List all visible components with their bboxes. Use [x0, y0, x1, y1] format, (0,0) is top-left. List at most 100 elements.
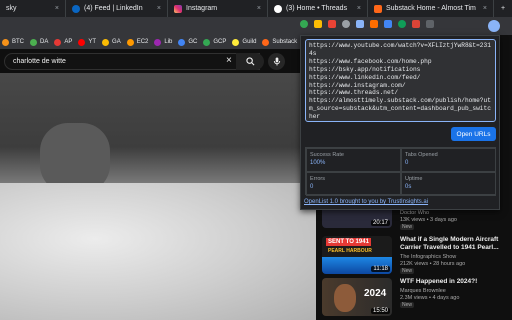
thumbnail-subtext: PEARL HARBOUR: [328, 248, 372, 254]
stat-label: Uptime: [405, 176, 423, 182]
channel-name[interactable]: The Infographics Show: [400, 254, 456, 260]
bookmark-label: DA: [40, 39, 49, 45]
close-icon[interactable]: ×: [55, 5, 59, 12]
search-button[interactable]: [236, 53, 264, 70]
close-icon[interactable]: ×: [257, 5, 261, 12]
stat-success-rate: Success Rate 100%: [306, 148, 401, 172]
video-meta: 212K views • 28 hours ago: [400, 261, 466, 267]
bookmark-label: GA: [112, 39, 121, 45]
bookmark-label: Substack: [272, 39, 298, 45]
bookmark-item[interactable]: AP: [54, 38, 73, 46]
extension-icon[interactable]: [328, 20, 336, 28]
new-badge: New: [400, 302, 415, 308]
video-meta: 13K views • 3 days ago: [400, 217, 457, 223]
bookmark-item[interactable]: YT: [78, 38, 97, 46]
bookmark-label: YT: [88, 39, 97, 45]
extension-icon[interactable]: [342, 20, 350, 28]
duration-badge: 11:18: [371, 266, 390, 272]
channel-name[interactable]: Doctor Who: [400, 210, 429, 216]
bookmark-item[interactable]: Lib: [154, 38, 173, 46]
bookmark-label: Guild: [242, 39, 257, 45]
tab-label: Instagram: [186, 5, 218, 12]
video-meta: 2.3M views • 4 days ago: [400, 295, 460, 301]
close-icon[interactable]: ×: [357, 5, 361, 12]
tab-label: (4) Feed | LinkedIn: [84, 5, 143, 12]
bookmark-icon: [154, 38, 162, 46]
browser-tab[interactable]: Substack Home - Almost Tim ×: [368, 0, 494, 17]
bookmark-item[interactable]: GCP: [203, 38, 226, 46]
stat-value: 0: [310, 184, 314, 190]
thumbnail-text: SENT TO 1941: [326, 238, 371, 246]
browser-tab[interactable]: sky ×: [0, 0, 66, 17]
bookmark-item[interactable]: Substack: [262, 38, 298, 46]
avatar[interactable]: [488, 20, 500, 32]
linkedin-icon: [72, 4, 80, 13]
extension-icon[interactable]: [384, 20, 392, 28]
stat-uptime: Uptime 0s: [401, 172, 496, 196]
bookmark-item[interactable]: BTC: [2, 38, 24, 46]
search-input[interactable]: charlotte de witte: [4, 53, 260, 70]
duration-badge: 20:17: [370, 220, 390, 226]
recommendation-item[interactable]: SENT TO 1941 PEARL HARBOUR 11:18 What if…: [322, 236, 510, 274]
search-icon: [245, 57, 254, 66]
stats-panel: Success Rate 100% Tabs Opened 0 Errors 0…: [305, 147, 496, 196]
credit-link[interactable]: OpenList 1.0 brought to you by TrustInsi…: [304, 199, 428, 205]
thumbnail-face: [334, 284, 356, 312]
tab-label: (3) Home • Threads: [286, 5, 348, 12]
bookmark-item[interactable]: GA: [102, 38, 121, 46]
new-badge: New: [400, 224, 415, 230]
bookmark-icon: [126, 38, 134, 46]
url-list-textarea[interactable]: https://www.youtube.com/watch?v=XFLIztjY…: [305, 39, 496, 122]
stat-label: Tabs Opened: [405, 152, 438, 158]
browser-toolbar: [0, 17, 512, 35]
extension-icon[interactable]: [370, 20, 378, 28]
open-urls-button[interactable]: Open URLs: [451, 127, 496, 141]
video-thumbnail[interactable]: SENT TO 1941 PEARL HARBOUR 11:18: [322, 236, 392, 274]
extension-icon[interactable]: [356, 20, 364, 28]
plus-icon: +: [500, 5, 506, 12]
bookmark-item[interactable]: Guild: [232, 38, 257, 46]
microphone-icon: [273, 57, 280, 66]
bookmark-label: EC2: [136, 39, 149, 45]
tab-label: sky: [6, 5, 17, 12]
video-title[interactable]: WTF Happened in 2024?!: [400, 278, 508, 286]
bookmark-label: GC: [188, 39, 198, 45]
bookmark-label: AP: [64, 39, 73, 45]
stat-value: 0s: [405, 184, 412, 190]
bookmark-icon: [178, 38, 186, 46]
bookmark-item[interactable]: GC: [178, 38, 198, 46]
stat-errors: Errors 0: [306, 172, 401, 196]
channel-name[interactable]: Marques Brownlee: [400, 288, 446, 294]
thumbnail-text: 2024: [364, 288, 387, 299]
video-thumbnail[interactable]: 2024 15:50: [322, 278, 392, 316]
puzzle-icon[interactable]: [426, 20, 434, 28]
voice-search-button[interactable]: [268, 53, 285, 70]
stat-value: 100%: [310, 160, 326, 166]
bookmark-icon: [2, 38, 9, 46]
close-icon[interactable]: ×: [157, 5, 161, 12]
close-icon[interactable]: ×: [226, 55, 232, 66]
extension-icon[interactable]: [314, 20, 322, 28]
extension-icon[interactable]: [398, 20, 406, 28]
new-tab-button[interactable]: +: [494, 0, 512, 17]
bookmark-item[interactable]: EC2: [126, 38, 149, 46]
recommendation-item[interactable]: 2024 15:50 WTF Happened in 2024?! Marque…: [322, 278, 510, 316]
browser-tab[interactable]: (4) Feed | LinkedIn ×: [66, 0, 168, 17]
instagram-icon: [174, 4, 182, 13]
bookmark-icon: [203, 38, 211, 46]
extension-icon[interactable]: [300, 20, 308, 28]
close-icon[interactable]: ×: [483, 5, 487, 12]
browser-tab[interactable]: (3) Home • Threads ×: [268, 0, 368, 17]
video-title[interactable]: What if a Single Modern Aircraft Carrier…: [400, 236, 508, 252]
bookmark-label: Lib: [164, 39, 173, 45]
new-badge: New: [400, 268, 415, 274]
stat-label: Success Rate: [310, 152, 344, 158]
bookmark-item[interactable]: DA: [30, 38, 49, 46]
extension-icon[interactable]: [412, 20, 420, 28]
bookmark-icon: [54, 38, 62, 46]
bookmark-icon: [262, 38, 270, 46]
bookmarks-bar: BTC DA AP YT GA EC2 Lib GC GCP Guild Substack: [0, 35, 300, 49]
browser-tab[interactable]: Instagram ×: [168, 0, 268, 17]
video-player[interactable]: [0, 73, 316, 320]
duration-badge: 15:50: [370, 308, 390, 314]
